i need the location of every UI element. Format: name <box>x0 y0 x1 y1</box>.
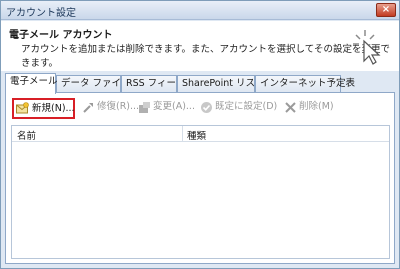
cursor-click-icon <box>353 30 381 65</box>
column-divider <box>182 126 183 141</box>
tab-sharepoint-lists[interactable]: SharePoint リスト <box>177 75 265 93</box>
header-section: 電子メール アカウント アカウントを追加または削除できます。また、アカウントを選… <box>1 21 399 71</box>
tab-email[interactable]: 電子メール <box>5 73 58 94</box>
change-icon <box>139 102 150 113</box>
set-default-button[interactable]: 既定に設定(D) <box>199 99 277 117</box>
toolbar: 新規(N)... 修復(R)... 変更(A)... 既定に設定(D) 削除(M… <box>9 97 391 119</box>
change-button-label: 変更(A)... <box>153 101 195 112</box>
delete-x-icon <box>285 102 296 113</box>
new-account-icon <box>16 102 29 114</box>
column-header-type[interactable]: 種類 <box>187 128 206 142</box>
tab-internet-calendars[interactable]: インターネット予定表 <box>255 75 355 93</box>
check-circle-icon <box>201 102 212 113</box>
repair-button-label: 修復(R)... <box>97 101 140 112</box>
tab-bar: 電子メール データ ファイル RSS フィード SharePoint リスト イ… <box>5 73 395 94</box>
tab-data-files[interactable]: データ ファイル <box>56 75 131 93</box>
repair-icon <box>83 103 93 113</box>
section-description: アカウントを追加または削除できます。また、アカウントを選択してその設定を変更でき… <box>21 44 390 69</box>
set-default-button-label: 既定に設定(D) <box>215 101 278 112</box>
window-title: アカウント設定 <box>6 8 76 19</box>
delete-button[interactable]: 削除(M) <box>283 99 334 117</box>
account-list[interactable]: 名前 種類 <box>11 125 390 259</box>
close-button[interactable]: × <box>376 3 396 17</box>
delete-button-label: 削除(M) <box>299 101 334 112</box>
repair-button[interactable]: 修復(R)... <box>81 99 139 117</box>
column-header-name[interactable]: 名前 <box>17 128 36 142</box>
section-title: 電子メール アカウント <box>9 30 113 41</box>
tab-rss-feeds[interactable]: RSS フィード <box>121 75 186 93</box>
email-tab-panel: 新規(N)... 修復(R)... 変更(A)... 既定に設定(D) 削除(M… <box>5 92 395 264</box>
list-header: 名前 種類 <box>12 126 389 142</box>
new-button-label: 新規(N)... <box>32 103 75 114</box>
change-button[interactable]: 変更(A)... <box>137 99 195 117</box>
new-button[interactable]: 新規(N)... <box>12 98 75 119</box>
account-settings-window: アカウント設定 × 電子メール アカウント アカウントを追加または削除できます。… <box>0 0 400 269</box>
title-bar: アカウント設定 × <box>1 1 399 20</box>
